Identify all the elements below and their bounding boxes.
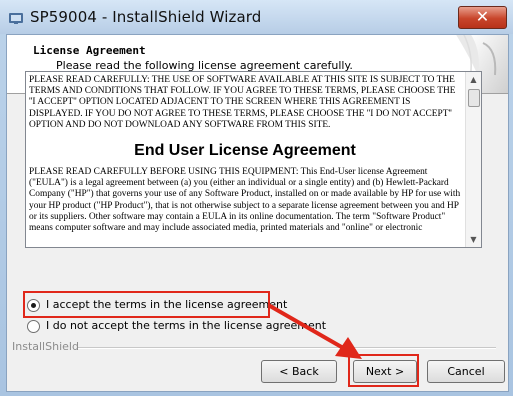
license-text: PLEASE READ CAREFULLY: THE USE OF SOFTWA… bbox=[29, 75, 461, 234]
scroll-down-arrow-icon[interactable]: ▼ bbox=[466, 232, 481, 247]
license-text-box[interactable]: PLEASE READ CAREFULLY: THE USE OF SOFTWA… bbox=[25, 71, 482, 248]
installshield-app-icon bbox=[9, 13, 23, 24]
close-icon: ✕ bbox=[475, 7, 490, 26]
title-bar[interactable]: SP59004 - InstallShield Wizard ✕ bbox=[0, 0, 513, 34]
license-heading: End User License Agreement bbox=[134, 142, 356, 160]
scroll-thumb[interactable] bbox=[468, 89, 480, 107]
page-title: License Agreement bbox=[33, 44, 146, 57]
cancel-button[interactable]: Cancel bbox=[427, 360, 505, 383]
accept-highlight-box bbox=[23, 291, 270, 318]
decline-label[interactable]: I do not accept the terms in the license… bbox=[46, 319, 326, 332]
license-intro: PLEASE READ CAREFULLY: THE USE OF SOFTWA… bbox=[29, 75, 456, 130]
back-button[interactable]: < Back bbox=[261, 360, 337, 383]
footer-divider bbox=[78, 347, 496, 349]
next-highlight-box bbox=[348, 354, 419, 387]
decline-option[interactable]: I do not accept the terms in the license… bbox=[27, 317, 326, 335]
window-title: SP59004 - InstallShield Wizard bbox=[30, 8, 262, 26]
installshield-brand: InstallShield bbox=[12, 340, 79, 353]
wizard-window: SP59004 - InstallShield Wizard ✕ License… bbox=[0, 0, 513, 396]
close-button[interactable]: ✕ bbox=[458, 6, 507, 29]
license-scrollbar[interactable]: ▲ ▼ bbox=[465, 72, 481, 247]
license-body: PLEASE READ CAREFULLY BEFORE USING THIS … bbox=[29, 167, 461, 234]
scroll-up-arrow-icon[interactable]: ▲ bbox=[466, 72, 481, 87]
decline-radio[interactable] bbox=[27, 320, 40, 333]
